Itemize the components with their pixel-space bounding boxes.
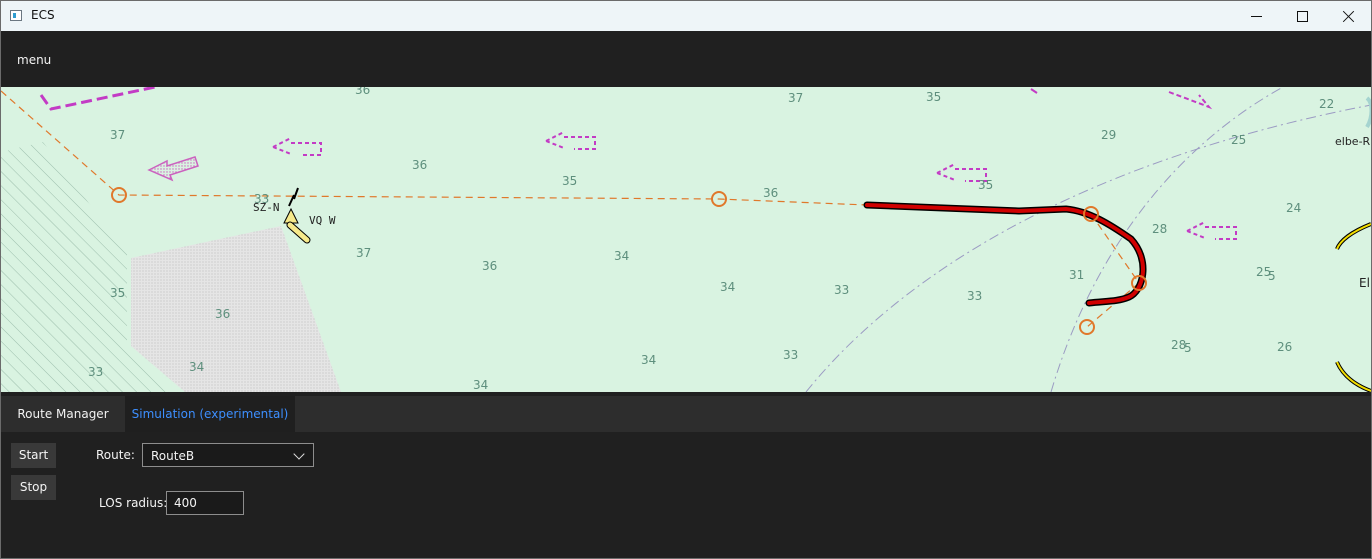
depth-sounding-label: 34 [189, 360, 204, 374]
depth-sounding-label: 37 [788, 91, 803, 105]
depth-sounding-label: 35 [978, 178, 993, 192]
depth-sounding-label: 28 [1152, 222, 1167, 236]
map-place-label: elbe-R [1335, 135, 1371, 148]
depth-sounding-label: 36 [412, 158, 427, 172]
depth-sounding-label: 36 [763, 186, 778, 200]
route-select-value: RouteB [151, 449, 195, 463]
route-select[interactable]: RouteB [142, 443, 314, 467]
depth-sounding-label: 33 [967, 289, 982, 303]
depth-sounding-label: 31 [1069, 268, 1084, 282]
app-window-icon [10, 10, 22, 21]
depth-sounding-label: 24 [1286, 201, 1301, 215]
depth-sounding-label: 34 [614, 249, 629, 263]
depth-sounding-label: 29 [1101, 128, 1116, 142]
depth-sounding-label: 35 [562, 174, 577, 188]
tab-route-manager[interactable]: Route Manager [1, 396, 125, 432]
depth-sounding-label: 36 [355, 87, 370, 97]
depth-sounding-label: 34 [473, 378, 488, 392]
title-bar: ECS [1, 1, 1371, 31]
depth-sounding-label: 36 [215, 307, 230, 321]
chevron-down-icon [293, 448, 305, 460]
window-title: ECS [31, 8, 55, 22]
depth-sounding-label: 37 [356, 246, 371, 260]
depth-sounding-label: 22 [1319, 97, 1334, 111]
depth-sounding-label: 33 [88, 365, 103, 379]
simulation-panel: Start Stop Route: RouteB LOS radius: 400 [1, 432, 1371, 558]
menu-bar: menu [1, 31, 1371, 87]
depth-sounding-label: 5 [1268, 269, 1276, 283]
menu-button[interactable]: menu [17, 53, 51, 67]
depth-sounding-label: 33 [783, 348, 798, 362]
map-symbol-label: SZ-N [253, 201, 280, 214]
route-label: Route: [96, 448, 135, 462]
stop-button[interactable]: Stop [11, 475, 56, 500]
bottom-tabs: Route Manager Simulation (experimental) [1, 396, 1371, 432]
depth-sounding-label: 35 [110, 286, 125, 300]
depth-sounding-label: 25 [1231, 133, 1246, 147]
maximize-icon [1296, 10, 1308, 22]
nautical-chart-map[interactable]: 36 37 35 22 37 29 25 36 35 36 35 33 24 28 37 36 34 31 25 5 3… [1, 87, 1371, 392]
maximize-button[interactable] [1279, 1, 1325, 31]
close-button[interactable] [1325, 1, 1371, 31]
tab-simulation[interactable]: Simulation (experimental) [125, 396, 295, 432]
depth-sounding-label: 5 [1184, 341, 1192, 355]
depth-sounding-label: 35 [926, 90, 941, 104]
depth-sounding-label: 34 [641, 353, 656, 367]
depth-sounding-label: 34 [720, 280, 735, 294]
minimize-icon [1250, 15, 1262, 17]
nautical-chart-svg[interactable]: 3637 35 2237 29 253635363533242837363431 2553… [1, 87, 1371, 392]
start-button[interactable]: Start [11, 443, 56, 468]
minimize-button[interactable] [1233, 1, 1279, 31]
map-place-label: El [1359, 276, 1370, 290]
depth-sounding-label: 33 [834, 283, 849, 297]
los-radius-input[interactable]: 400 [166, 491, 244, 515]
close-icon [1342, 10, 1355, 23]
depth-sounding-label: 37 [110, 128, 125, 142]
ecs-window: ECS menu 36 37 35 22 37 29 25 36 35 36 3… [0, 0, 1372, 559]
los-radius-label: LOS radius: [99, 496, 168, 510]
depth-sounding-label: 26 [1277, 340, 1292, 354]
map-symbol-label: VQ W [309, 214, 336, 227]
depth-sounding-label: 36 [482, 259, 497, 273]
